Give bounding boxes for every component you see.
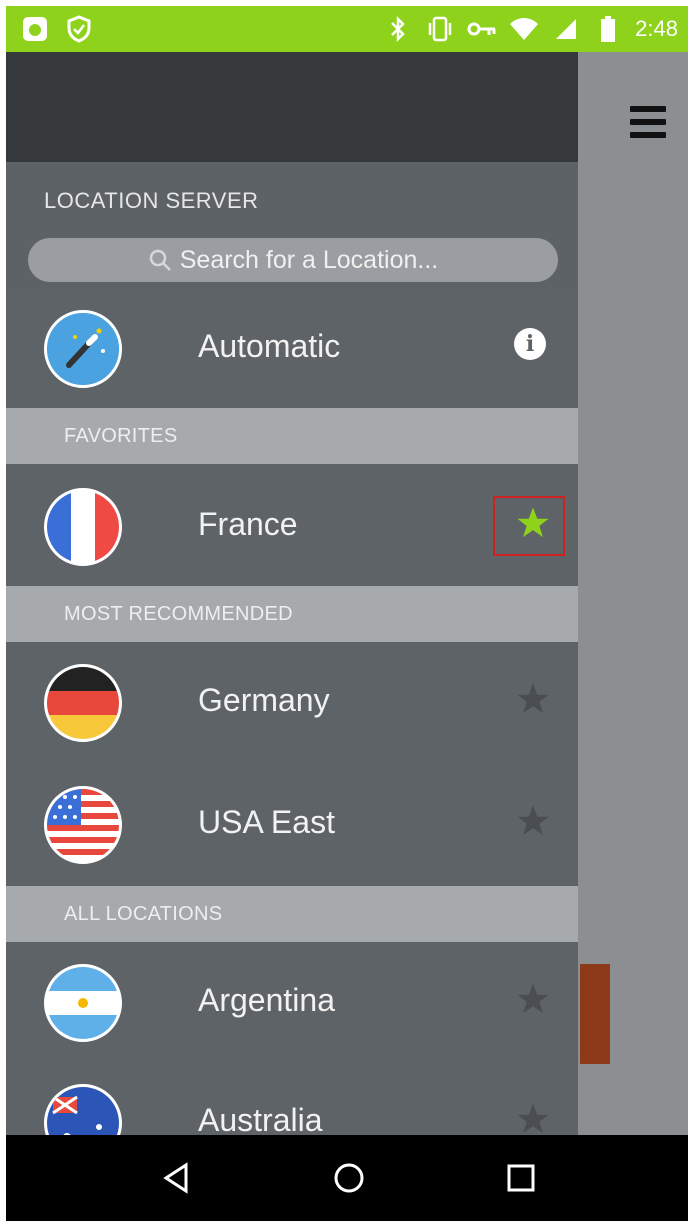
location-label: Automatic xyxy=(198,328,341,364)
home-icon[interactable] xyxy=(332,1161,366,1195)
back-icon[interactable] xyxy=(160,1161,194,1195)
location-item-germany[interactable]: Germany xyxy=(6,644,578,762)
battery-icon xyxy=(593,14,623,44)
all-locations-header: ALL LOCATIONS xyxy=(6,886,578,942)
location-label: USA East xyxy=(198,804,335,840)
shield-icon xyxy=(64,14,94,44)
usa-flag-icon xyxy=(44,786,122,864)
section-title: LOCATION SERVER xyxy=(44,188,259,213)
search-icon xyxy=(149,249,171,271)
bluetooth-icon xyxy=(383,14,413,44)
vpn-key-icon xyxy=(467,14,497,44)
location-item-automatic[interactable]: Automatic i xyxy=(6,290,578,408)
search-input[interactable]: Search for a Location... xyxy=(28,238,558,282)
location-label: France xyxy=(198,506,298,542)
background-accent xyxy=(580,964,610,1064)
status-bar: 2:48 xyxy=(6,6,688,52)
location-item-france[interactable]: France xyxy=(6,468,578,586)
argentina-flag-icon xyxy=(44,964,122,1042)
search-placeholder: Search for a Location... xyxy=(179,245,439,274)
location-label: Argentina xyxy=(198,982,335,1018)
menu-icon[interactable] xyxy=(630,106,666,145)
navigation-bar xyxy=(6,1135,688,1221)
star-icon[interactable] xyxy=(516,1102,550,1136)
favorites-header: FAVORITES xyxy=(6,408,578,464)
star-icon[interactable] xyxy=(516,682,550,716)
location-item-argentina[interactable]: Argentina xyxy=(6,944,578,1062)
germany-flag-icon xyxy=(44,664,122,742)
status-time: 2:48 xyxy=(635,16,678,41)
drawer-header xyxy=(6,52,578,162)
location-item-usa-east[interactable]: USA East xyxy=(6,766,578,884)
signal-icon xyxy=(551,14,581,44)
location-drawer: LOCATION SERVER Search for a Location...… xyxy=(6,52,578,1182)
most-recommended-header: MOST RECOMMENDED xyxy=(6,586,578,642)
info-icon[interactable]: i xyxy=(514,328,546,360)
recents-icon[interactable] xyxy=(504,1161,538,1195)
magic-wand-icon xyxy=(44,310,122,388)
location-label: Australia xyxy=(198,1102,323,1138)
vibrate-icon xyxy=(425,14,455,44)
wifi-icon xyxy=(509,14,539,44)
star-icon[interactable] xyxy=(516,982,550,1016)
location-label: Germany xyxy=(198,682,330,718)
app-screen: 2:48 LOCATION SERVER Search for a Locati… xyxy=(6,6,688,1221)
app-icon xyxy=(20,14,50,44)
france-flag-icon xyxy=(44,488,122,566)
star-icon-active[interactable] xyxy=(516,506,550,540)
star-icon[interactable] xyxy=(516,804,550,838)
